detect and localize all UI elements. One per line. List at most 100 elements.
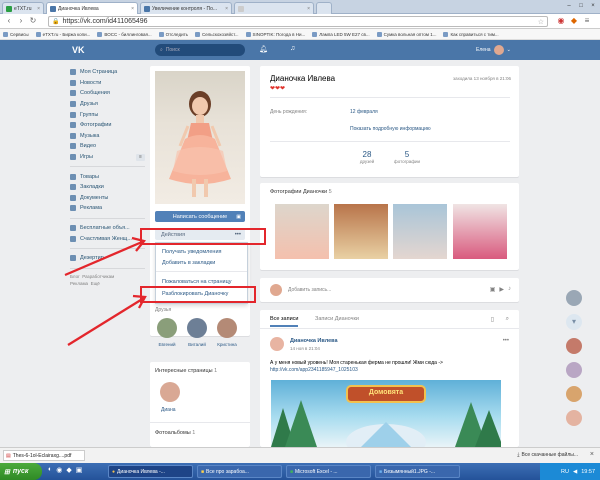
music-note-icon[interactable]: ♫ xyxy=(290,45,295,52)
video-icon[interactable]: ▶ xyxy=(499,286,504,293)
vk-logo[interactable]: VK xyxy=(72,45,86,55)
new-tab-button[interactable] xyxy=(316,2,332,14)
photo-thumb[interactable] xyxy=(453,204,507,259)
dropdown-item-report[interactable]: Пожаловаться на страницу xyxy=(162,279,231,285)
quicklaunch-icon[interactable]: ◉ xyxy=(56,466,62,474)
groups-icon[interactable]: ▾ xyxy=(566,314,582,330)
interesting-header[interactable]: Интересные страницы xyxy=(155,368,213,374)
post-date[interactable]: 14 ноя в 21:04 xyxy=(290,346,320,351)
back-arrow-icon[interactable]: ‹ xyxy=(4,16,14,26)
close-icon[interactable]: × xyxy=(307,6,310,12)
music-icon[interactable]: ♪ xyxy=(508,286,511,293)
profile-photo[interactable] xyxy=(155,71,245,204)
photos-title[interactable]: Фотографии Дианочки xyxy=(270,189,327,195)
bookmark-item[interactable]: Как справиться с тим... xyxy=(443,31,499,37)
taskbar-button[interactable]: ■ Все про зарабоа... xyxy=(197,465,282,478)
taskbar-button[interactable]: ● Дианочка Ивлева -... xyxy=(108,465,193,478)
menu-item-messages[interactable]: Сообщения xyxy=(70,88,145,99)
menu-item-bookmarks[interactable]: Закладки xyxy=(70,182,145,193)
header-user-menu[interactable]: Елена ⌄ xyxy=(476,45,511,55)
friend-item[interactable]: Виталий xyxy=(185,318,209,347)
bookmark-item[interactable]: Сумка вольная оптом 1... xyxy=(376,31,436,37)
menu-item-my-page[interactable]: Моя Страница xyxy=(70,67,145,78)
forward-arrow-icon[interactable]: › xyxy=(16,16,26,26)
tab-own-posts[interactable]: Записи Дианочки xyxy=(315,316,359,322)
taskbar-button[interactable]: ■ Microsoft Excel - ... xyxy=(286,465,371,478)
minimize-icon[interactable]: – xyxy=(564,2,574,10)
start-button[interactable]: ⊞ пуск xyxy=(0,463,42,480)
avatar[interactable] xyxy=(566,386,582,402)
search-input[interactable]: ⌕ Поиск xyxy=(155,44,245,56)
menu-item-games[interactable]: Игры ≡ xyxy=(70,152,145,163)
bookmark-item[interactable]: Сервисы xyxy=(3,31,29,37)
menu-item-photos[interactable]: Фотографии xyxy=(70,120,145,131)
bookmark-item[interactable]: Сельскохозяйст... xyxy=(195,31,239,37)
albums-header[interactable]: Фотоальбомы xyxy=(155,430,191,436)
interesting-page-name[interactable]: Диана xyxy=(161,407,176,413)
friend-item[interactable]: Евгений xyxy=(155,318,179,347)
dropdown-item-bookmark[interactable]: Добавить в закладки xyxy=(162,260,215,266)
extension-icon[interactable]: ◉ xyxy=(556,16,566,26)
write-message-button[interactable]: Написать сообщение ▣ xyxy=(155,211,245,222)
avatar[interactable] xyxy=(566,362,582,378)
volume-icon[interactable]: ◀ xyxy=(573,469,577,475)
clock[interactable]: 19:57 xyxy=(581,469,595,475)
photo-thumb[interactable] xyxy=(334,204,388,259)
avatar[interactable] xyxy=(566,338,582,354)
bookmark-item[interactable]: Отследить xyxy=(158,31,188,37)
quicklaunch-icon[interactable]: ◆ xyxy=(66,466,71,474)
url-input[interactable]: 🔒 https://vk.com/id411065496 ☆ xyxy=(48,16,548,27)
post-link[interactable]: http://vk.com/app2341185947_1025103 xyxy=(270,367,358,373)
camera-icon[interactable]: ▣ xyxy=(490,286,496,293)
tab-all-posts[interactable]: Все записи xyxy=(270,316,299,327)
maximize-icon[interactable]: □ xyxy=(576,2,586,10)
avatar[interactable] xyxy=(566,410,582,426)
taskbar-button[interactable]: ■ Безымянный1.JPG -... xyxy=(375,465,460,478)
photo-thumb[interactable] xyxy=(393,204,447,259)
menu-item-ads[interactable]: Реклама xyxy=(70,203,145,214)
avatar[interactable] xyxy=(566,290,582,306)
menu-item-music[interactable]: Музыка xyxy=(70,131,145,142)
dropdown-item-notify[interactable]: Получать уведомления xyxy=(162,249,222,255)
browser-tab-active[interactable]: Дианочка Ивлева × xyxy=(46,2,138,14)
bookmark-item[interactable]: eTXT.ru - Биржа копи... xyxy=(35,31,90,37)
download-item[interactable]: ▤ Thes-6-1ol-Eclairaxg....pdf xyxy=(3,450,85,461)
friends-counter[interactable]: 28 друзей xyxy=(352,150,382,164)
extension-icon[interactable]: ◆ xyxy=(569,16,579,26)
photos-counter[interactable]: 5 фотографии xyxy=(392,150,422,164)
menu-item-video[interactable]: Видео xyxy=(70,141,145,152)
close-window-icon[interactable]: × xyxy=(588,2,598,10)
menu-item-groups[interactable]: Группы xyxy=(70,109,145,120)
more-dots-icon[interactable]: ••• xyxy=(503,338,509,344)
menu-item-goods[interactable]: Товары xyxy=(70,171,145,182)
photo-thumb[interactable] xyxy=(275,204,329,259)
browser-tab[interactable]: × xyxy=(234,2,314,14)
show-all-downloads[interactable]: ⤓ Все скачанные файлы... xyxy=(517,452,578,458)
menu-item-friends[interactable]: Друзья xyxy=(70,99,145,110)
language-indicator[interactable]: RU xyxy=(561,469,569,475)
post-author[interactable]: Дианочка Ивлева xyxy=(290,338,338,344)
close-icon[interactable]: × xyxy=(131,6,134,12)
close-icon[interactable]: × xyxy=(37,6,40,12)
menu-item-news[interactable]: Новости xyxy=(70,78,145,89)
menu-item-documents[interactable]: Документы xyxy=(70,193,145,204)
avatar[interactable] xyxy=(270,337,284,351)
birthday-value[interactable]: 12 февраля xyxy=(350,109,378,115)
bell-icon[interactable]: 🔔︎ xyxy=(259,45,268,53)
settings-icon[interactable]: ≡ xyxy=(136,153,145,161)
star-icon[interactable]: ☆ xyxy=(538,18,544,26)
close-icon[interactable]: × xyxy=(225,6,228,12)
menu-icon[interactable]: ≡ xyxy=(582,16,592,26)
browser-tab[interactable]: eTXT.ru × xyxy=(2,2,44,14)
friends-header[interactable]: Друзья xyxy=(155,307,171,313)
browser-tab[interactable]: Увеличение контроля - По... × xyxy=(140,2,232,14)
reload-icon[interactable]: ↻ xyxy=(28,16,38,26)
friend-item[interactable]: Кристина xyxy=(215,318,239,347)
show-more-link[interactable]: Показать подробную информацию xyxy=(350,126,431,132)
quicklaunch-icon[interactable]: ◐ xyxy=(48,466,52,474)
compose-input[interactable]: Добавить запись... xyxy=(288,287,331,293)
bookmark-item[interactable]: Лампа LED 5W E27 св... xyxy=(312,31,370,37)
quicklaunch-icon[interactable]: ▣ xyxy=(76,466,83,474)
avatar[interactable] xyxy=(160,382,180,402)
close-icon[interactable]: × xyxy=(590,451,594,458)
